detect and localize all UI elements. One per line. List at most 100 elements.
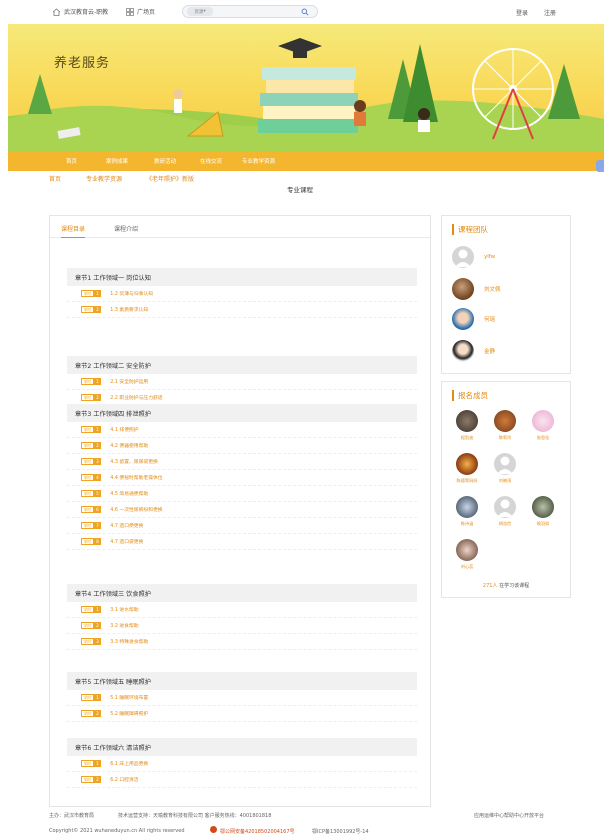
lesson-badge-label: 学时: [81, 306, 94, 313]
login-link[interactable]: 登录: [516, 8, 528, 17]
home-link[interactable]: 武汉教育云-职教: [52, 7, 108, 16]
footer-police[interactable]: 鄂公网安备42018502004167号: [220, 828, 295, 835]
lesson-number: 1: [93, 760, 102, 767]
team-member[interactable]: 刘文佩: [452, 278, 501, 300]
lesson-number: 5: [93, 490, 102, 497]
lesson-name[interactable]: 2.2 职业防护与压力舒适: [110, 394, 162, 401]
lesson-item[interactable]: 学时 7 4.7 造口便更换: [67, 518, 417, 534]
lesson-name[interactable]: 6.1 床上用品更换: [110, 760, 148, 767]
breadcrumb-resources[interactable]: 专业教学资源: [86, 174, 122, 183]
lesson-item[interactable]: 学时 1 5.1 睡眠环境布置: [67, 690, 417, 706]
lesson-name[interactable]: 4.4 便秘时帮助老操休位: [110, 474, 162, 481]
breadcrumb-home[interactable]: 首页: [49, 174, 61, 183]
nav-item-home[interactable]: 首页: [66, 157, 77, 165]
nav-item-research[interactable]: 教研活动: [154, 157, 176, 165]
lesson-badge: 学时 5: [81, 490, 102, 497]
enrolled-count-suffix: 在学习该课程: [499, 583, 530, 589]
lesson-name[interactable]: 5.2 睡眠障碍照护: [110, 710, 148, 717]
lesson-item[interactable]: 学时 2 4.2 便器使用帮助: [67, 438, 417, 454]
team-member[interactable]: 何瑶: [452, 308, 495, 330]
nav-item-resources[interactable]: 专业教学资源: [242, 157, 275, 165]
lesson-item[interactable]: 学时 3 3.3 特殊进食帮助: [67, 634, 417, 650]
avatar: [532, 496, 554, 518]
enrolled-member[interactable]: 张思佳: [528, 410, 558, 441]
register-link[interactable]: 注册: [544, 8, 556, 17]
lesson-name[interactable]: 5.1 睡眠环境布置: [110, 694, 148, 701]
lesson-number: 3: [93, 638, 102, 645]
enrolled-member[interactable]: 刘晓雨: [490, 453, 520, 484]
search-icon[interactable]: [301, 8, 309, 16]
chapter-title[interactable]: 章节3 工作领域四 排泄照护: [67, 404, 417, 422]
enrolled-member[interactable]: 刘心蕊: [452, 539, 482, 570]
lesson-item[interactable]: 学时 2 3.2 进食帮助: [67, 618, 417, 634]
lesson-name[interactable]: 6.2 口腔清洁: [110, 776, 138, 783]
lesson-item[interactable]: 学时 2 5.2 睡眠障碍照护: [67, 706, 417, 722]
lesson-item[interactable]: 学时 1 4.1 排便照护: [67, 422, 417, 438]
chapter-title[interactable]: 章节5 工作领域五 睡眠照护: [67, 672, 417, 690]
chapter: 章节1 工作领域一 岗位认知学时 1 1.2 伝薄与归事认知学时 2 1.3 素质要求认…: [67, 268, 417, 318]
feedback-tab[interactable]: [596, 160, 604, 172]
lesson-name[interactable]: 4.6 一次性尿裤纷和更换: [110, 506, 162, 513]
chapter-title[interactable]: 章节2 工作领域二 安全防护: [67, 356, 417, 374]
nav-item-communication[interactable]: 在线交流: [200, 157, 222, 165]
lesson-item[interactable]: 学时 8 4.7 造口袋更换: [67, 534, 417, 550]
plaza-link[interactable]: 广场页: [126, 7, 155, 16]
lesson-item[interactable]: 学时 2 1.3 素质要求认知: [67, 302, 417, 318]
member-name: 程凯迪: [460, 435, 474, 440]
course-team-panel: 课程团队 ylfw 刘文佩 何瑶 金静: [441, 215, 571, 374]
lesson-name[interactable]: 4.3 留置、尿尿袋更换: [110, 458, 158, 465]
lesson-item[interactable]: 学时 1 1.2 伝薄与归事认知: [67, 286, 417, 302]
chapter-title[interactable]: 章节6 工作领域六 清洁照护: [67, 738, 417, 756]
enrolled-member[interactable]: 程凯迪: [452, 410, 482, 441]
tab-catalog[interactable]: 课程目录: [61, 224, 86, 238]
footer-icp[interactable]: 鄂ICP备13001992号-14: [312, 828, 369, 835]
lesson-number: 1: [93, 378, 102, 385]
lesson-item[interactable]: 学时 5 4.5 简易通便帮助: [67, 486, 417, 502]
tab-intro[interactable]: 课程介绍: [114, 224, 138, 233]
search-box[interactable]: 资源 ▾: [182, 5, 318, 18]
nav-item-cases[interactable]: 案例成果: [106, 157, 128, 165]
lesson-name[interactable]: 4.7 造口袋更换: [110, 538, 143, 545]
member-name: 刘晓雨: [498, 478, 512, 483]
lesson-name[interactable]: 1.3 素质要求认知: [110, 306, 148, 313]
lesson-item[interactable]: 学时 3 4.3 留置、尿尿袋更换: [67, 454, 417, 470]
lesson-name[interactable]: 1.2 伝薄与归事认知: [110, 290, 153, 297]
lesson-item[interactable]: 学时 1 2.1 安全防护运用: [67, 374, 417, 390]
lesson-number: 1: [93, 290, 102, 297]
lesson-name[interactable]: 3.1 进水帮助: [110, 606, 138, 613]
chapter-title[interactable]: 章节1 工作领域一 岗位认知: [67, 268, 417, 286]
chapter-title[interactable]: 章节4 工作领域三 饮食照护: [67, 584, 417, 602]
member-name: 陈诗涵: [460, 521, 474, 526]
lesson-badge-label: 学时: [81, 538, 94, 545]
team-member[interactable]: ylfw: [452, 246, 495, 268]
lesson-number: 3: [93, 458, 102, 465]
team-member[interactable]: 金静: [452, 340, 495, 362]
search-scope-select[interactable]: 资源 ▾: [187, 7, 213, 16]
footer-links[interactable]: 应用运维中心帮助中心开放平台: [474, 812, 544, 819]
course-content: 课程目录 课程介绍 章节1 工作领域一 岗位认知 学时 1 1.2 伝薄与归事认知 学时…: [49, 215, 431, 807]
breadcrumb-course[interactable]: 《老年照护》新版: [146, 174, 194, 183]
lesson-name[interactable]: 3.2 进食帮助: [110, 622, 138, 629]
lesson-number: 1: [93, 606, 102, 613]
lesson-item[interactable]: 学时 4 4.4 便秘时帮助老操休位: [67, 470, 417, 486]
lesson-item[interactable]: 学时 2 6.2 口腔清洁: [67, 772, 417, 788]
lesson-name[interactable]: 2.1 安全防护运用: [110, 378, 148, 385]
lesson-badge: 学时 1: [81, 760, 102, 767]
lesson-item[interactable]: 学时 6 4.6 一次性尿裤纷和更换: [67, 502, 417, 518]
team-member-name: 何瑶: [484, 317, 496, 323]
enrolled-member[interactable]: 陈诗涵: [452, 496, 482, 527]
lesson-name[interactable]: 4.1 排便照护: [110, 426, 138, 433]
lesson-name[interactable]: 4.5 简易通便帮助: [110, 490, 148, 497]
lesson-name[interactable]: 4.7 造口便更换: [110, 522, 143, 529]
enrolled-member[interactable]: 喻羽如: [528, 496, 558, 527]
avatar: [452, 246, 474, 268]
enrolled-member[interactable]: 黎莉玲: [490, 410, 520, 441]
avatar: [452, 308, 474, 330]
enrolled-member[interactable]: 陈德等妈妈: [452, 453, 482, 484]
lesson-name[interactable]: 4.2 便器使用帮助: [110, 442, 148, 449]
lesson-badge: 学时 3: [81, 638, 102, 645]
enrolled-member[interactable]: 胡浩俭: [490, 496, 520, 527]
lesson-item[interactable]: 学时 1 3.1 进水帮助: [67, 602, 417, 618]
lesson-name[interactable]: 3.3 特殊进食帮助: [110, 638, 148, 645]
lesson-item[interactable]: 学时 1 6.1 床上用品更换: [67, 756, 417, 772]
